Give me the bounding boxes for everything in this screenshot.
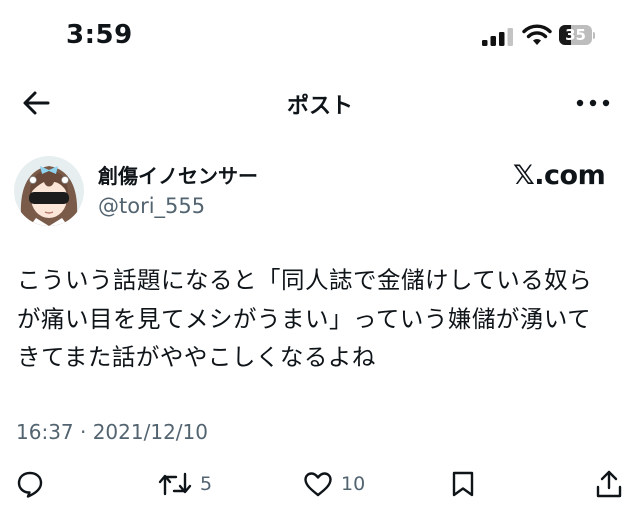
share-button[interactable] <box>595 466 623 502</box>
bookmark-button[interactable] <box>451 466 475 502</box>
bookmark-icon <box>452 471 474 497</box>
status-bar: 3:59 35 <box>0 0 640 70</box>
wifi-icon <box>522 24 552 45</box>
heart-icon <box>304 472 332 497</box>
page-title: ポスト <box>286 94 353 119</box>
tweet-line: が痛い目を見てメシがうまい」っていう嫌儲が湧いて <box>17 304 592 333</box>
source-label: 𝕏.com <box>513 160 606 191</box>
header: ポスト <box>0 80 640 126</box>
battery-level: 35 <box>565 26 586 44</box>
repost-count: 5 <box>200 473 213 495</box>
tweet-line: こういう話題になると「同人誌で金儲けしている奴ら <box>17 266 593 294</box>
user-avatar[interactable] <box>14 156 84 226</box>
action-bar: 5 10 <box>0 466 640 502</box>
display-name[interactable]: 創傷イノセンサー <box>98 160 258 189</box>
reply-icon <box>17 471 43 498</box>
like-button[interactable]: 10 <box>303 466 365 502</box>
like-count: 10 <box>341 473 366 495</box>
cellular-signal-icon <box>482 28 513 46</box>
reply-button[interactable] <box>16 466 52 502</box>
more-button[interactable] <box>576 92 610 114</box>
status-time: 3:59 <box>66 20 133 50</box>
share-icon <box>596 470 622 498</box>
repost-button[interactable]: 5 <box>158 466 212 502</box>
tweet-line: きてまた話がややこしくなるよね <box>17 343 376 371</box>
ellipsis-icon <box>576 99 610 107</box>
repost-icon <box>158 472 192 496</box>
user-handle[interactable]: @tori_555 <box>98 194 205 218</box>
battery-icon: 35 <box>559 25 595 45</box>
avatar-image <box>14 156 84 226</box>
tweet-text: こういう話題になると「同人誌で金儲けしている奴ら が痛い目を見てメシがうまい」っ… <box>17 261 627 377</box>
tweet-timestamp[interactable]: 16:37 · 2021/12/10 <box>16 420 208 444</box>
